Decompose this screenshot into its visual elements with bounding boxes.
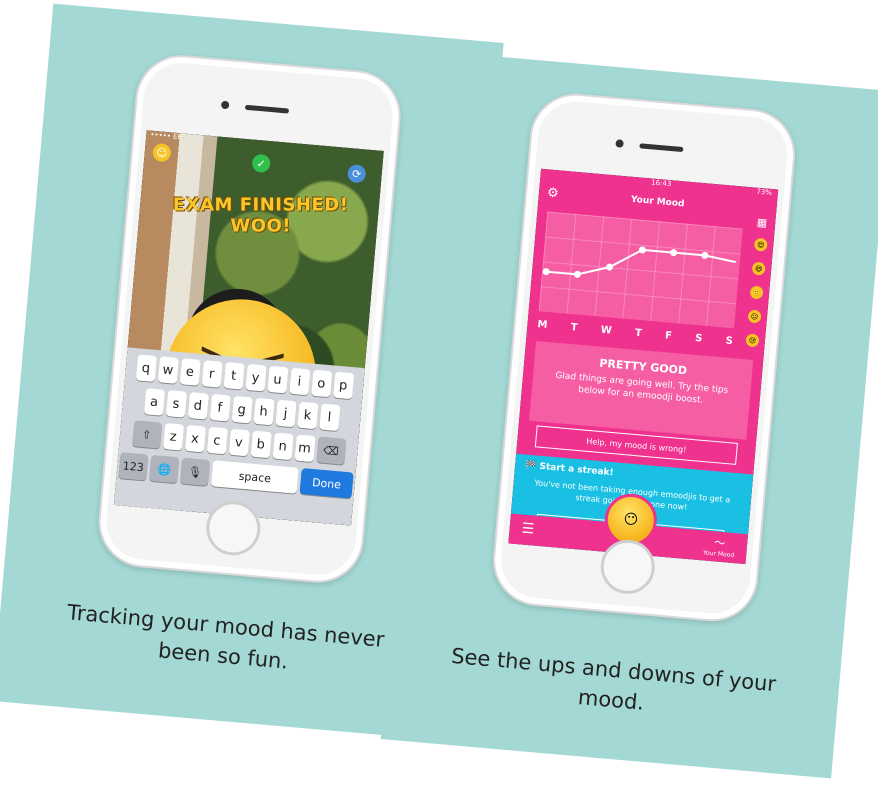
key-h[interactable]: h xyxy=(253,397,275,426)
day-label: S xyxy=(725,335,734,348)
space-key[interactable]: space xyxy=(210,460,299,494)
mood-screen: 16:43 73% ⚙ Your Mood ▦ 😍 😄 🙂 😐 😢 MTWTFS… xyxy=(508,168,779,565)
day-label: M xyxy=(537,319,548,331)
day-label: F xyxy=(664,330,673,342)
key-t[interactable]: t xyxy=(223,361,245,390)
status-time: 16:43 xyxy=(650,178,672,189)
mood-point xyxy=(670,249,678,257)
shift-key[interactable]: ⇧ xyxy=(131,420,162,449)
meh-emoji-icon: 😐 xyxy=(747,309,762,324)
mood-point xyxy=(542,268,550,276)
key-s[interactable]: s xyxy=(165,390,187,418)
key-m[interactable]: m xyxy=(293,434,316,462)
speaker xyxy=(639,143,684,153)
speaker xyxy=(244,104,290,114)
key-i[interactable]: i xyxy=(288,367,310,396)
done-key[interactable]: Done xyxy=(299,468,354,499)
menu-tab-icon[interactable]: ☰ xyxy=(521,520,535,537)
day-label: S xyxy=(694,332,703,345)
key-y[interactable]: y xyxy=(244,363,267,392)
caption-left: Tracking your mood has never been so fun… xyxy=(66,600,386,674)
ok-emoji-icon: 🙂 xyxy=(749,285,764,300)
key-f[interactable]: f xyxy=(209,393,231,422)
mood-point xyxy=(701,251,709,259)
phone-left: ••••• EE ☺ ✓ ⟳ EXAM FINISHED! WOO! > < q… xyxy=(94,51,405,587)
mood-line-chart xyxy=(542,246,736,278)
key-g[interactable]: g xyxy=(231,395,253,424)
mood-point xyxy=(573,270,581,278)
key-b[interactable]: b xyxy=(250,430,272,459)
key-o[interactable]: o xyxy=(310,369,332,398)
front-camera xyxy=(220,100,230,110)
key-j[interactable]: j xyxy=(274,399,297,428)
keyboard: qwertyuiop asdfghjkl ⇧ zxcvbnm ⌫ 123 🌐 🎙… xyxy=(113,347,365,526)
key-u[interactable]: u xyxy=(266,365,289,394)
numbers-key[interactable]: 123 xyxy=(118,452,149,481)
mood-point xyxy=(605,263,613,271)
mood-point xyxy=(638,246,646,254)
key-k[interactable]: k xyxy=(296,401,319,430)
happy-emoji-icon: 😄 xyxy=(751,261,766,276)
screenshot-panel-right: 16:43 73% ⚙ Your Mood ▦ 😍 😄 🙂 😐 😢 MTWTFS… xyxy=(380,51,878,779)
day-label: T xyxy=(634,327,643,340)
day-label: T xyxy=(570,321,578,334)
microphone-key-icon[interactable]: 🎙 xyxy=(180,457,211,486)
key-d[interactable]: d xyxy=(187,391,209,420)
sad-emoji-icon: 😢 xyxy=(745,333,760,348)
day-label: W xyxy=(600,324,613,337)
camera-screen: ••••• EE ☺ ✓ ⟳ EXAM FINISHED! WOO! > < q… xyxy=(113,130,384,526)
calendar-icon[interactable]: ▦ xyxy=(756,216,767,230)
delete-key[interactable]: ⌫ xyxy=(315,436,347,465)
phone-right: 16:43 73% ⚙ Your Mood ▦ 😍 😄 🙂 😐 😢 MTWTFS… xyxy=(489,89,799,626)
front-camera xyxy=(615,139,624,148)
your-mood-tab[interactable]: 〜 Your Mood xyxy=(703,533,736,559)
key-n[interactable]: n xyxy=(272,432,294,461)
checkered-flag-icon: 🏁 xyxy=(524,460,537,472)
key-c[interactable]: c xyxy=(206,426,228,455)
key-r[interactable]: r xyxy=(201,360,223,388)
key-x[interactable]: x xyxy=(184,424,206,453)
your-mood-tab-label: Your Mood xyxy=(702,549,735,560)
key-e[interactable]: e xyxy=(179,358,201,386)
key-z[interactable]: z xyxy=(162,422,184,451)
key-v[interactable]: v xyxy=(228,428,250,457)
key-q[interactable]: q xyxy=(135,354,157,382)
letter-keys-row-3: zxcvbnm xyxy=(162,422,316,462)
key-p[interactable]: p xyxy=(332,371,354,400)
key-a[interactable]: a xyxy=(143,388,165,416)
very-happy-emoji-icon: 😍 xyxy=(753,237,768,252)
caption-overlay-text[interactable]: EXAM FINISHED! WOO! xyxy=(146,195,376,237)
globe-key-icon[interactable]: 🌐 xyxy=(149,454,180,484)
key-l[interactable]: l xyxy=(318,403,340,432)
key-w[interactable]: w xyxy=(157,356,179,384)
status-battery: 73% xyxy=(756,187,773,197)
caption-right: See the ups and downs of your mood. xyxy=(450,643,778,715)
